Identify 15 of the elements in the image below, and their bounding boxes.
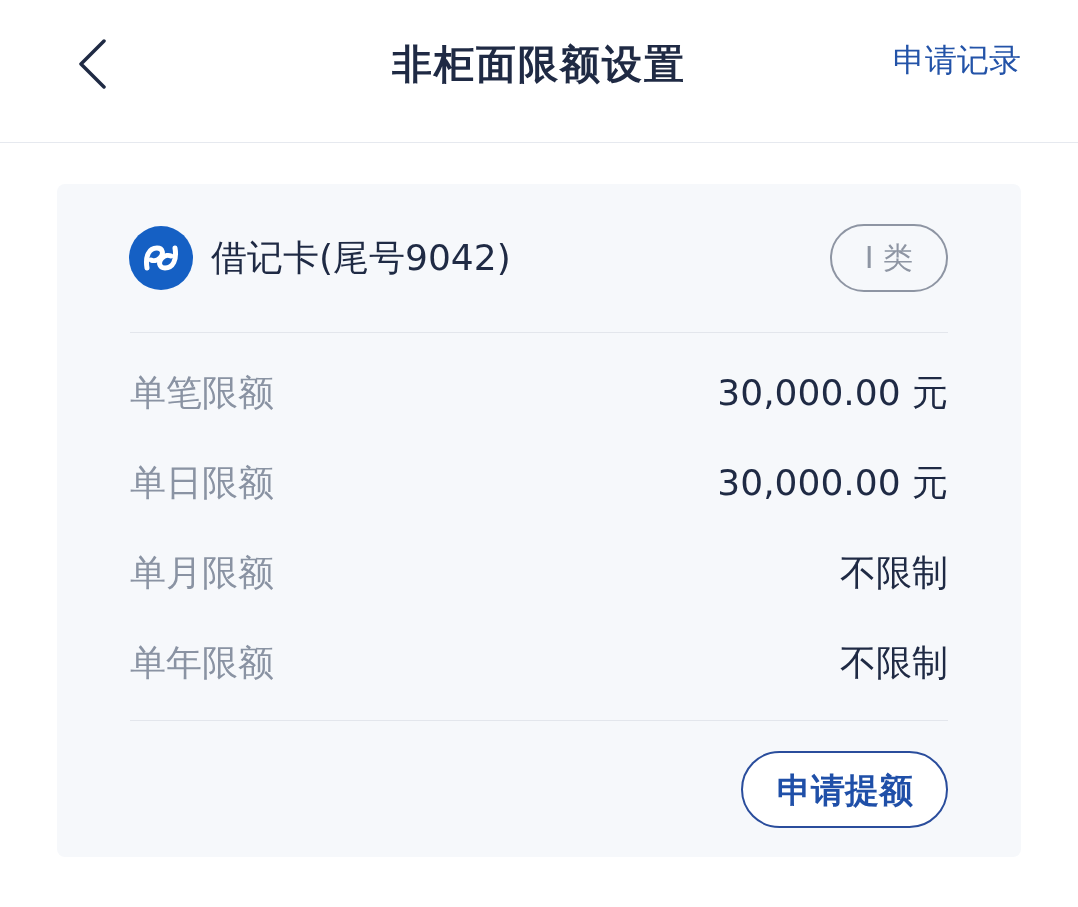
limit-label: 单月限额 — [130, 555, 274, 591]
limit-label: 单日限额 — [130, 465, 274, 501]
page-title: 非柜面限额设置 — [392, 44, 686, 84]
limit-value: 不限制 — [840, 645, 948, 681]
raise-limit-button[interactable]: 申请提额 — [741, 751, 948, 828]
limit-value: 不限制 — [840, 555, 948, 591]
limit-value: 30,000.00 元 — [717, 465, 948, 501]
card-class-badge: I 类 — [830, 224, 948, 292]
limit-value: 30,000.00 元 — [717, 375, 948, 411]
card-name: 借记卡(尾号9042) — [211, 240, 511, 276]
limit-label: 单笔限额 — [130, 375, 274, 411]
limit-label: 单年限额 — [130, 645, 274, 681]
bank-logo-icon — [129, 226, 193, 290]
application-records-link[interactable]: 申请记录 — [893, 44, 1021, 76]
back-chevron-icon — [77, 39, 107, 89]
